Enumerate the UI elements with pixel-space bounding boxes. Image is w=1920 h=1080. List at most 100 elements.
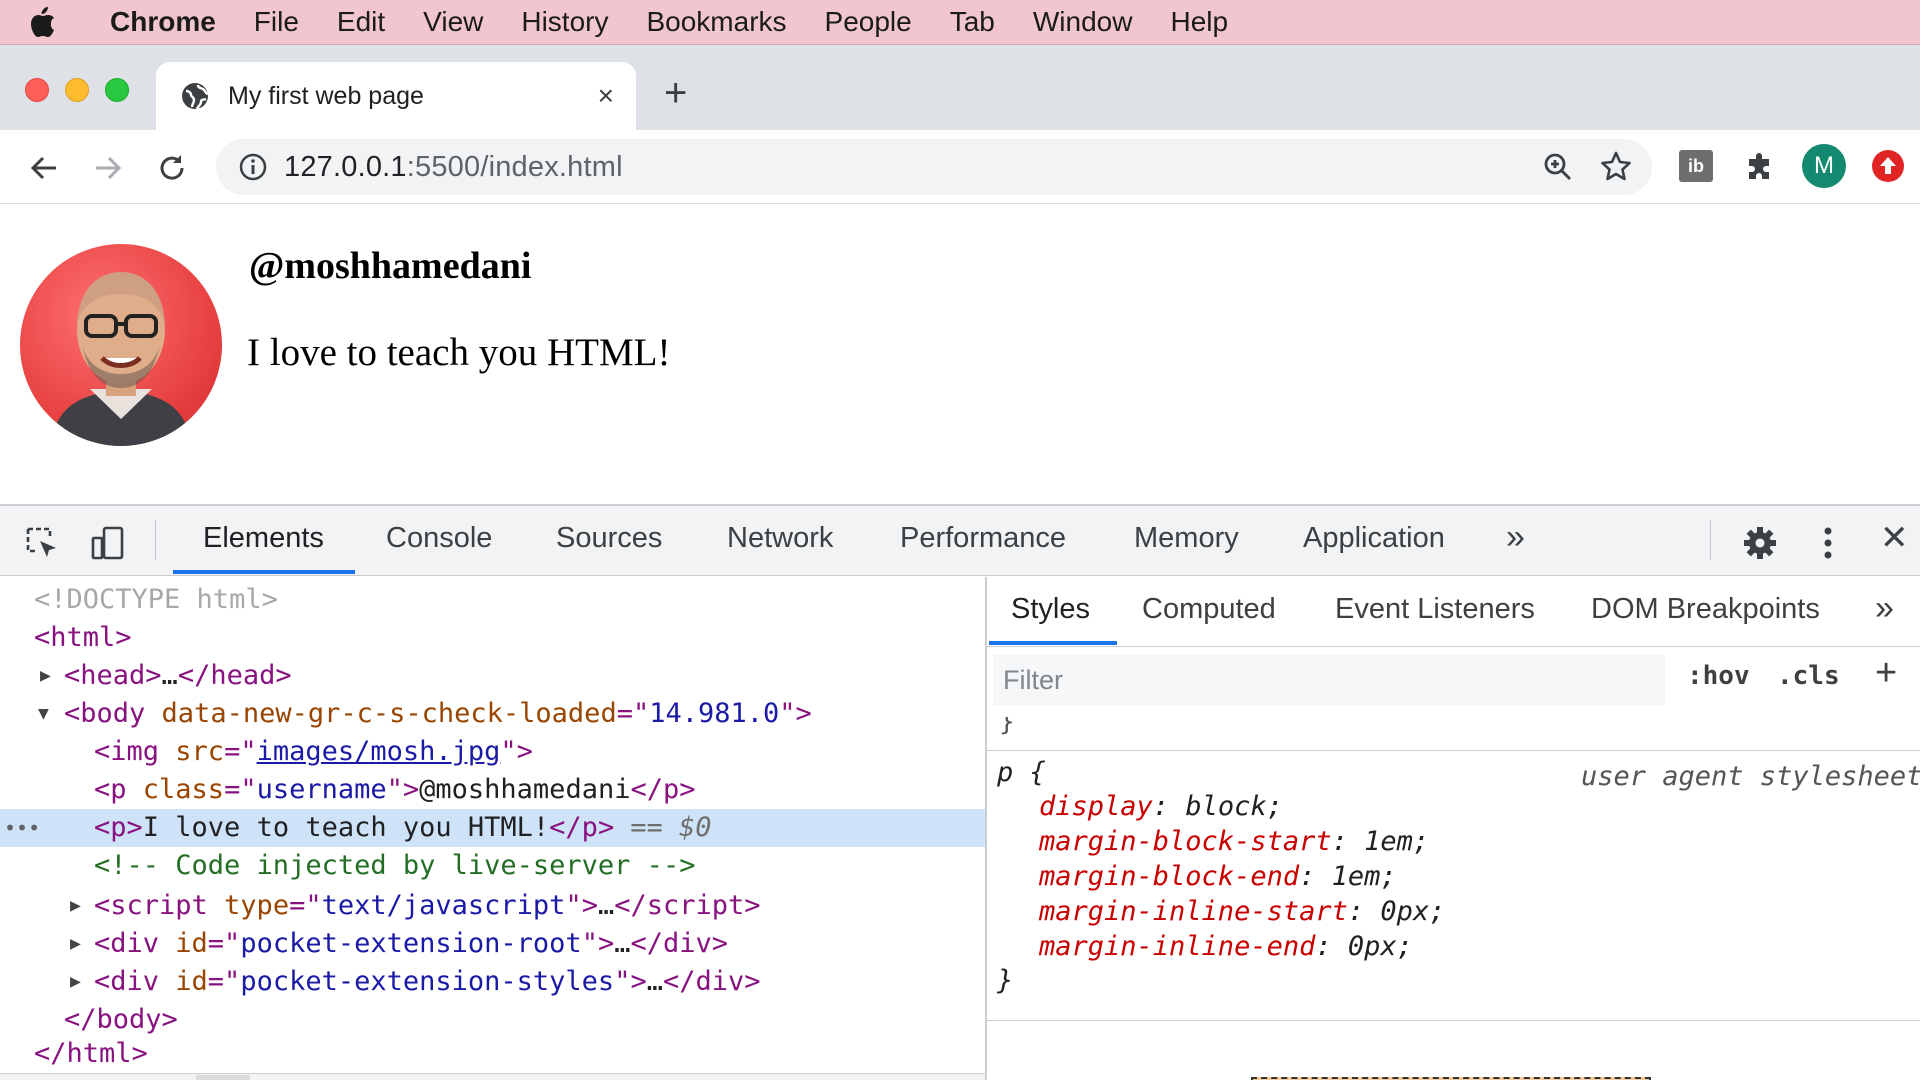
device-toolbar-icon[interactable] — [88, 523, 128, 563]
settings-gear-icon[interactable] — [1740, 523, 1780, 563]
dom-node-div-styles[interactable]: ▶ <div id="pocket-extension-styles">…</di… — [0, 963, 985, 1001]
inspect-element-icon[interactable] — [22, 523, 62, 563]
menu-window[interactable]: Window — [1033, 6, 1133, 38]
tab-console[interactable]: Console — [386, 522, 492, 555]
dom-node-div-root[interactable]: ▶ <div id="pocket-extension-root">…</div> — [0, 925, 985, 963]
url-text: 127.0.0.1:5500/index.html — [284, 151, 623, 184]
profile-avatar[interactable]: M — [1802, 144, 1846, 188]
more-sidebar-tabs-icon[interactable]: » — [1875, 589, 1894, 628]
profile-photo — [20, 244, 222, 446]
dom-node-img[interactable]: <img src="images/mosh.jpg"> — [0, 733, 985, 771]
devtools-tabbar: Elements Console Sources Network Perform… — [0, 506, 1920, 576]
customize-menu-icon[interactable] — [1808, 523, 1848, 563]
menu-app-chrome[interactable]: Chrome — [110, 6, 216, 38]
styles-filter-row: :hov .cls + — [987, 647, 1920, 717]
dom-node-html[interactable]: <html> — [0, 619, 985, 657]
toolbar-divider-right — [1710, 520, 1711, 560]
new-style-rule-button[interactable]: + — [1875, 653, 1897, 693]
declaration-margin-block-end[interactable]: margin-block-end: 1em; — [1039, 861, 1397, 892]
page-viewport: @moshhamedani I love to teach you HTML! — [0, 204, 1920, 504]
devtools-panel: Elements Console Sources Network Perform… — [0, 504, 1920, 1080]
style-rule-p[interactable]: p { user agent stylesheet display: block… — [987, 751, 1920, 1021]
menu-help[interactable]: Help — [1170, 6, 1228, 38]
scrollbar-thumb[interactable] — [196, 1075, 250, 1080]
rule-selector: p — [997, 757, 1014, 788]
dom-node-head[interactable]: ▶ <head>…</head> — [0, 657, 985, 695]
dom-node-body-close[interactable]: </body> — [0, 1001, 985, 1039]
tab-elements[interactable]: Elements — [203, 522, 324, 555]
styles-sidebar: Styles Computed Event Listeners DOM Brea… — [987, 577, 1920, 1080]
info-icon[interactable] — [238, 152, 268, 182]
previous-rule-fragment: } — [987, 717, 1920, 751]
elements-dom-tree[interactable]: <!DOCTYPE html> <html> ▶ <head>…</head> ▼… — [0, 577, 985, 1080]
declaration-margin-block-start[interactable]: margin-block-start: 1em; — [1039, 826, 1429, 857]
back-icon[interactable] — [24, 148, 64, 188]
window-close-button[interactable] — [25, 78, 49, 102]
tab-performance[interactable]: Performance — [900, 522, 1066, 555]
tab-computed[interactable]: Computed — [1142, 593, 1276, 626]
tab-title: My first web page — [228, 81, 424, 110]
active-tab-indicator — [173, 570, 355, 574]
page-username: @moshhamedani — [249, 245, 532, 287]
menu-history[interactable]: History — [521, 6, 608, 38]
tab-network[interactable]: Network — [727, 522, 833, 555]
cls-toggle[interactable]: .cls — [1777, 661, 1840, 691]
rule-source: user agent stylesheet — [1581, 761, 1920, 792]
dom-node-comment[interactable]: <!-- Code injected by live-server --> — [0, 847, 985, 885]
tab-event-listeners[interactable]: Event Listeners — [1335, 593, 1535, 626]
menu-view[interactable]: View — [423, 6, 483, 38]
tab-close-icon[interactable]: × — [598, 82, 614, 110]
dom-node-html-close[interactable]: </html> — [0, 1035, 985, 1065]
extension-ib-icon[interactable]: ib — [1676, 146, 1716, 186]
extensions-puzzle-icon[interactable] — [1740, 146, 1780, 186]
update-icon[interactable] — [1868, 146, 1908, 186]
hov-toggle[interactable]: :hov — [1687, 661, 1750, 691]
browser-toolbar: 127.0.0.1:5500/index.html ib M — [0, 130, 1920, 204]
menu-bookmarks[interactable]: Bookmarks — [646, 6, 786, 38]
tab-dom-breakpoints[interactable]: DOM Breakpoints — [1591, 593, 1820, 626]
node-actions-icon[interactable]: ••• — [4, 809, 40, 847]
expand-triangle-icon[interactable]: ▶ — [70, 963, 81, 1001]
window-minimize-button[interactable] — [65, 78, 89, 102]
more-tabs-icon[interactable]: » — [1506, 518, 1525, 557]
menu-people[interactable]: People — [825, 6, 912, 38]
collapse-triangle-icon[interactable]: ▼ — [38, 695, 49, 733]
dom-node-p-selected[interactable]: ••• <p>I love to teach you HTML!</p> == $0 — [0, 809, 985, 847]
toolbar-divider — [155, 520, 156, 560]
dom-node-doctype[interactable]: <!DOCTYPE html> — [0, 581, 985, 619]
expand-triangle-icon[interactable]: ▶ — [70, 925, 81, 963]
bookmark-star-icon[interactable] — [1600, 150, 1632, 187]
zoom-icon[interactable] — [1542, 151, 1574, 188]
forward-icon[interactable] — [88, 148, 128, 188]
expand-triangle-icon[interactable]: ▶ — [70, 887, 81, 925]
styles-filter-input[interactable] — [993, 655, 1665, 705]
browser-tab[interactable]: My first web page × — [156, 62, 636, 130]
url-path: :5500/index.html — [406, 150, 623, 183]
window-zoom-button[interactable] — [105, 78, 129, 102]
tab-application[interactable]: Application — [1303, 522, 1445, 555]
tab-styles[interactable]: Styles — [1011, 593, 1090, 626]
close-devtools-icon[interactable]: ✕ — [1880, 518, 1909, 558]
dom-node-script[interactable]: ▶ <script type="text/javascript">…</scrip… — [0, 887, 985, 925]
menu-file[interactable]: File — [254, 6, 299, 38]
declaration-margin-inline-start[interactable]: margin-inline-start: 0px; — [1039, 896, 1445, 927]
declaration-display[interactable]: display: block; — [1039, 791, 1283, 822]
horizontal-scrollbar[interactable] — [0, 1073, 985, 1080]
menu-edit[interactable]: Edit — [337, 6, 385, 38]
styles-tabbar: Styles Computed Event Listeners DOM Brea… — [987, 577, 1920, 647]
tab-sources[interactable]: Sources — [556, 522, 662, 555]
menu-tab[interactable]: Tab — [950, 6, 995, 38]
url-host: 127.0.0.1 — [284, 150, 407, 183]
rule-close-brace: } — [997, 965, 1014, 996]
new-tab-button[interactable]: + — [664, 73, 687, 113]
apple-icon[interactable] — [28, 6, 84, 38]
dom-node-p-username[interactable]: <p class="username">@moshhamedani</p> — [0, 771, 985, 809]
dom-node-body[interactable]: ▼ <body data-new-gr-c-s-check-loaded="14.… — [0, 695, 985, 733]
reload-icon[interactable] — [152, 148, 192, 188]
tab-strip: My first web page × + — [0, 45, 1920, 130]
declaration-margin-inline-end[interactable]: margin-inline-end: 0px; — [1039, 931, 1413, 962]
address-bar[interactable]: 127.0.0.1:5500/index.html — [216, 139, 1652, 195]
globe-icon — [180, 81, 210, 111]
expand-triangle-icon[interactable]: ▶ — [40, 657, 51, 695]
tab-memory[interactable]: Memory — [1134, 522, 1239, 555]
